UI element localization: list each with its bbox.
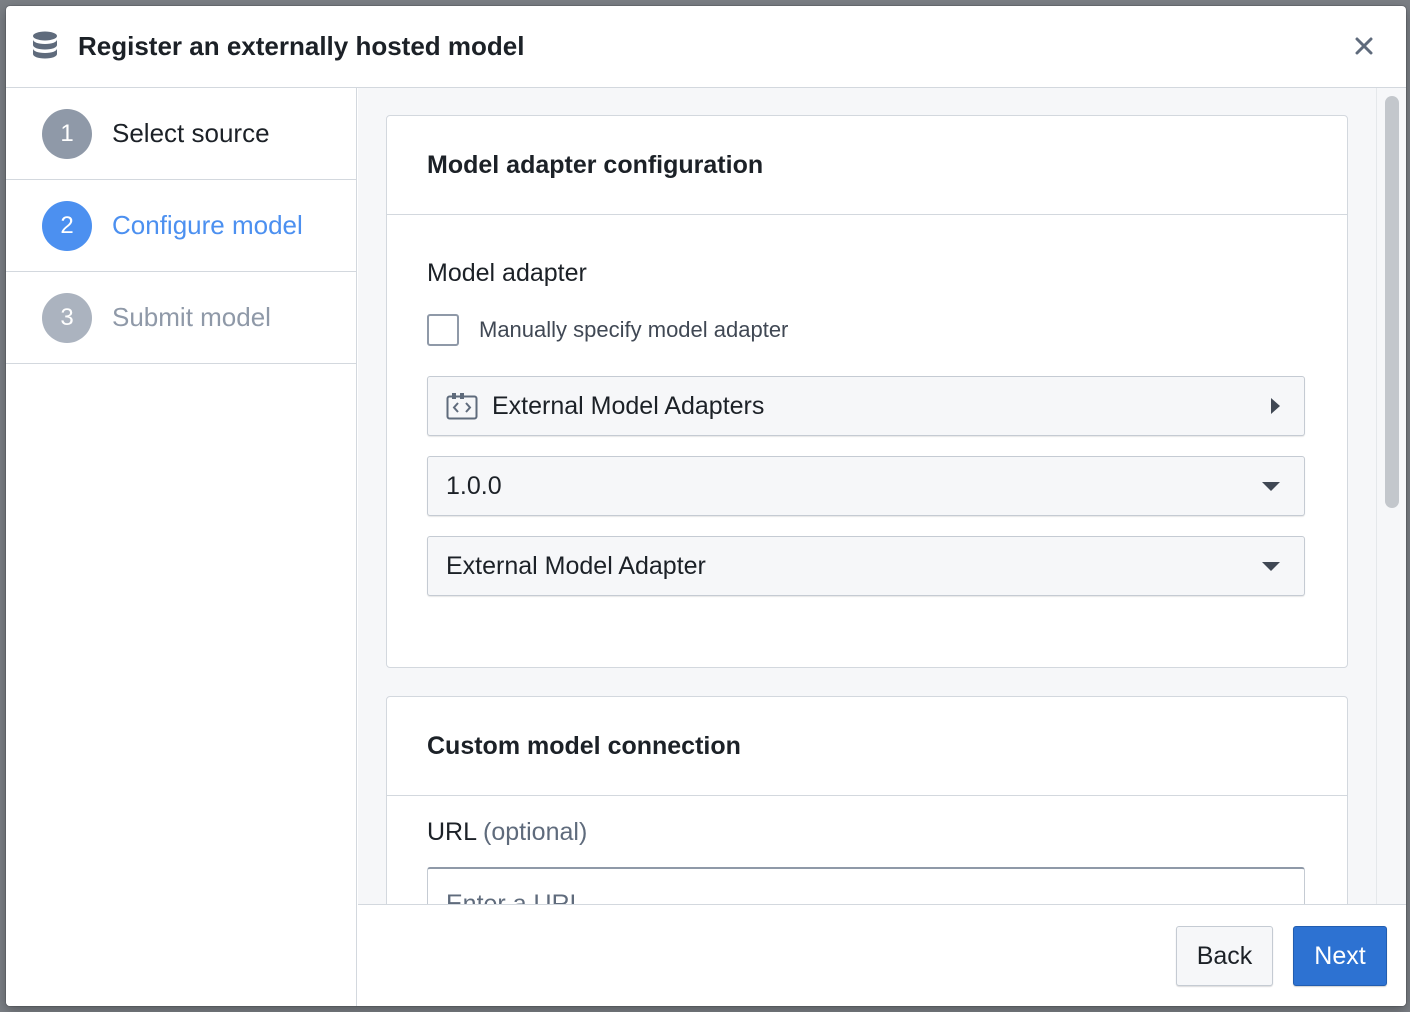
code-file-icon (446, 392, 478, 420)
optional-tag: (optional) (483, 818, 588, 846)
register-model-dialog: Register an externally hosted model 1 Se… (6, 6, 1406, 1006)
adapter-select[interactable]: External Model Adapter (427, 536, 1305, 596)
url-input[interactable] (427, 867, 1305, 904)
url-label: URL (optional) (427, 818, 1347, 847)
step-select-source[interactable]: 1 Select source (6, 88, 356, 180)
manual-adapter-checkbox[interactable] (427, 314, 459, 346)
dialog-footer: Back Next (358, 904, 1406, 1006)
adapter-config-card: Model adapter configuration Model adapte… (386, 115, 1348, 668)
checkbox-label: Manually specify model adapter (479, 317, 789, 342)
card-header: Model adapter configuration (387, 116, 1347, 215)
adapter-value: External Model Adapter (446, 551, 706, 580)
step-number: 2 (42, 200, 92, 251)
caret-down-icon (1262, 561, 1280, 571)
wizard-stepper: 1 Select source 2 Configure model 3 Subm… (6, 88, 357, 1006)
adapter-source-value: External Model Adapters (492, 391, 765, 420)
caret-right-icon (1271, 398, 1280, 414)
dialog-title: Register an externally hosted model (78, 31, 525, 61)
database-icon (32, 30, 60, 64)
back-button[interactable]: Back (1176, 926, 1273, 986)
step-label: Submit model (112, 302, 271, 332)
dialog-header: Register an externally hosted model (6, 6, 1406, 88)
card-title: Model adapter configuration (427, 150, 764, 179)
step-label: Select source (112, 118, 270, 148)
next-button[interactable]: Next (1293, 926, 1387, 986)
model-adapter-label: Model adapter (427, 259, 587, 287)
close-icon[interactable] (1350, 32, 1378, 60)
step-label: Configure model (112, 210, 303, 240)
step-number: 1 (42, 108, 92, 159)
step-submit-model[interactable]: 3 Submit model (6, 272, 356, 364)
version-select[interactable]: 1.0.0 (427, 456, 1305, 516)
version-value: 1.0.0 (446, 471, 502, 500)
card-title: Custom model connection (427, 731, 741, 760)
custom-connection-card: Custom model connection URL (optional) (386, 696, 1348, 904)
adapter-source-select[interactable]: External Model Adapters (427, 376, 1305, 436)
step-configure-model[interactable]: 2 Configure model (6, 180, 356, 272)
url-label-text: URL (427, 818, 477, 846)
card-header: Custom model connection (387, 697, 1347, 796)
step-number: 3 (42, 292, 92, 343)
step-content: Model adapter configuration Model adapte… (358, 88, 1406, 904)
scrollbar[interactable] (1376, 88, 1406, 904)
scrollbar-thumb[interactable] (1385, 96, 1399, 508)
caret-down-icon (1262, 481, 1280, 491)
manual-adapter-checkbox-row[interactable]: Manually specify model adapter (427, 314, 1347, 346)
